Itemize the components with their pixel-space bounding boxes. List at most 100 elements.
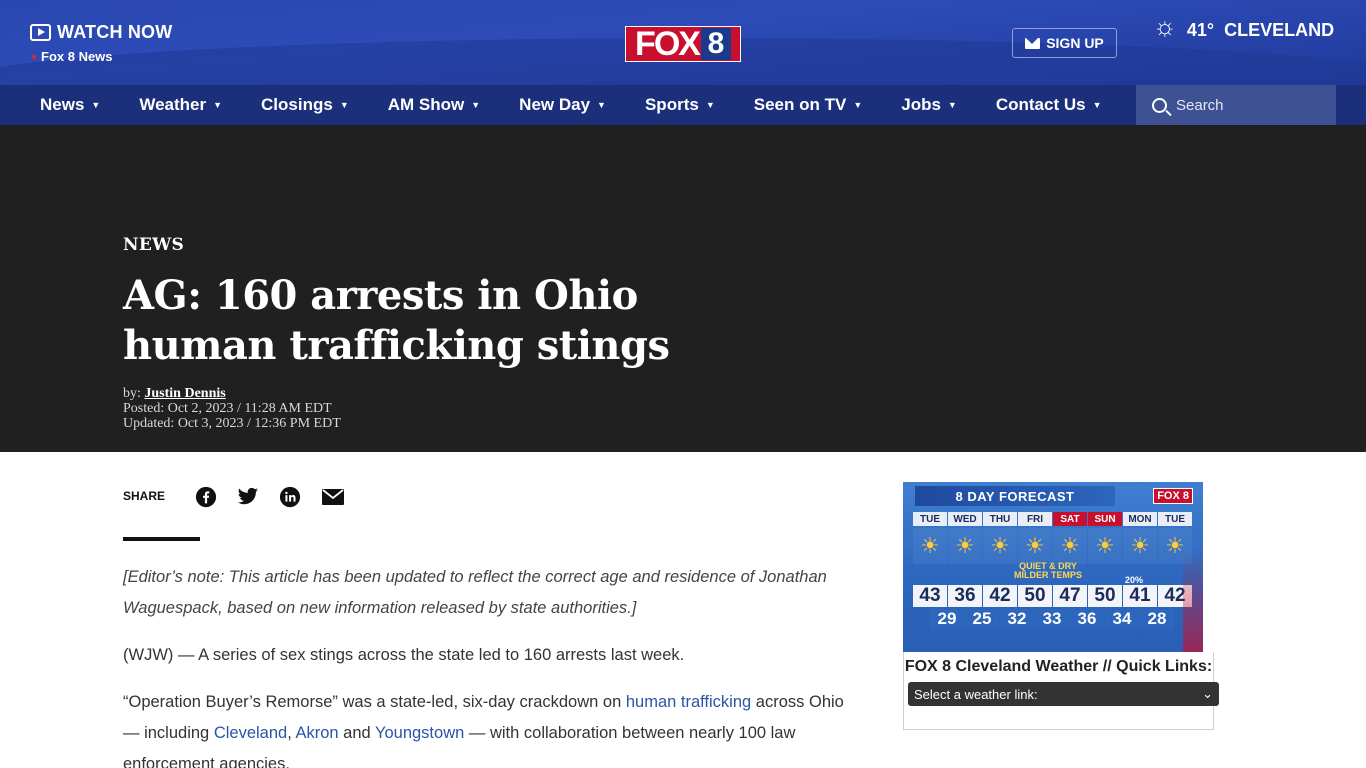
search-input[interactable]: Search <box>1136 85 1336 125</box>
nav-item-label: Closings <box>261 95 333 114</box>
nav-item-label: News <box>40 95 85 114</box>
forecast-days: TUE WED THU FRI SAT SUN MON TUE <box>913 512 1192 526</box>
forecast-low: 34 <box>1105 609 1139 629</box>
nav-item-label: Seen on TV <box>753 95 847 114</box>
caret-down-icon: ▼ <box>1092 100 1102 110</box>
nav-items: News ▼ Weather ▼ Closings ▼ AM Show ▼ New Da… <box>40 85 1141 125</box>
forecast-icons: ☀ ☀ ☀ ☀ ☀ ☀ ☀ ☀ <box>913 528 1192 564</box>
forecast-day: SUN <box>1088 512 1122 526</box>
nav-item-sports[interactable]: Sports ▼ <box>645 95 715 115</box>
caret-down-icon: ▼ <box>597 100 606 110</box>
editor-note: [Editor’s note: This article has been up… <box>123 568 827 617</box>
twitter-icon[interactable] <box>237 487 259 507</box>
link-human-trafficking[interactable]: human trafficking <box>626 693 751 711</box>
linkedin-icon[interactable] <box>279 486 301 508</box>
nav-item-seen-on-tv[interactable]: Seen on TV ▼ <box>754 95 863 115</box>
link-youngstown[interactable]: Youngstown <box>375 724 464 742</box>
article-category[interactable]: NEWS <box>123 235 184 255</box>
article-byline: by: Justin Dennis Posted: Oct 2, 2023 / … <box>123 386 341 431</box>
watch-now-link[interactable]: WATCH NOW <box>30 22 172 43</box>
header-temperature: 41° <box>1186 20 1215 40</box>
email-share-icon[interactable] <box>321 488 345 506</box>
link-cleveland[interactable]: Cleveland <box>214 724 287 742</box>
nav-item-label: Jobs <box>901 95 941 114</box>
live-indicator[interactable]: Fox 8 News <box>32 49 113 64</box>
article-paragraph: (WJW) — A series of sex stings across th… <box>123 646 685 664</box>
fox8-logo[interactable]: FOX 8 <box>625 26 741 62</box>
nav-item-label: New Day <box>519 95 591 114</box>
forecast-message-line: MILDER TEMPS <box>1013 570 1082 580</box>
nav-item-closings[interactable]: Closings ▼ <box>261 95 349 115</box>
header-city: CLEVELAND <box>1224 20 1335 40</box>
nav-item-am-show[interactable]: AM Show ▼ <box>388 95 480 115</box>
caret-down-icon: ▼ <box>213 100 223 110</box>
partly-sunny-icon: ☀ <box>983 528 1017 564</box>
caret-down-icon: ▼ <box>853 100 863 110</box>
forecast-high: 41 <box>1123 585 1157 607</box>
forecast-highs: 43 36 42 50 47 50 41 42 <box>913 585 1192 607</box>
caret-down-icon: ▼ <box>471 100 481 110</box>
logo-number: 8 <box>700 28 731 60</box>
envelope-icon <box>1025 37 1041 49</box>
nav-item-new-day[interactable]: New Day ▼ <box>519 95 606 115</box>
forecast-high: 47 <box>1053 585 1087 607</box>
forecast-day: THU <box>983 512 1017 526</box>
sign-up-button[interactable]: SIGN UP <box>1012 28 1117 58</box>
header-weather[interactable]: ☼ 41° CLEVELAND <box>1153 13 1335 41</box>
watch-now-label: WATCH NOW <box>57 22 173 42</box>
article-paragraph: “Operation Buyer’s Remorse” was a state-… <box>123 687 863 768</box>
nav-item-news[interactable]: News ▼ <box>40 95 100 115</box>
posted-date: Posted: Oct 2, 2023 / 11:28 AM EDT <box>123 401 332 416</box>
paragraph-text: and <box>338 724 375 742</box>
paragraph-text: “Operation Buyer’s Remorse” was a state-… <box>123 693 626 711</box>
article-body: [Editor’s note: This article has been up… <box>123 562 863 768</box>
select-label: Select a weather link: <box>914 686 1038 702</box>
search-placeholder: Search <box>1176 96 1224 114</box>
forecast-message: QUIET & DRY MILDER TEMPS <box>993 562 1103 580</box>
weather-link-select[interactable]: Select a weather link: ⌄ <box>908 682 1219 706</box>
sign-up-label: SIGN UP <box>1046 35 1104 51</box>
forecast-low: 36 <box>1070 609 1104 629</box>
forecast-high: 50 <box>1018 585 1052 607</box>
logo-fox-text: FOX <box>635 25 701 63</box>
caret-down-icon: ▼ <box>947 100 957 110</box>
share-label: SHARE <box>123 489 166 503</box>
partly-sunny-icon: ☀ <box>1053 528 1087 564</box>
nav-item-label: Sports <box>644 95 699 114</box>
nav-item-label: Weather <box>139 95 207 114</box>
forecast-high: 42 <box>983 585 1017 607</box>
article-headline: AG: 160 arrests in Ohio human traffickin… <box>123 272 670 369</box>
share-divider <box>123 537 200 541</box>
quick-links-title: FOX 8 Cleveland Weather // Quick Links: <box>904 658 1213 675</box>
by-prefix: by: <box>123 386 141 401</box>
weather-quick-links: FOX 8 Cleveland Weather // Quick Links: … <box>903 652 1219 730</box>
forecast-low: 25 <box>965 609 999 629</box>
nav-item-contact-us[interactable]: Contact Us ▼ <box>996 95 1102 115</box>
link-akron[interactable]: Akron <box>295 724 338 742</box>
caret-down-icon: ▼ <box>705 100 715 110</box>
forecast-precip: 20% <box>1125 575 1144 585</box>
nav-item-label: AM Show <box>387 95 465 114</box>
forecast-day: FRI <box>1018 512 1052 526</box>
sun-icon: ☼ <box>1153 10 1177 41</box>
forecast-day: WED <box>948 512 982 526</box>
nav-item-weather[interactable]: Weather ▼ <box>139 95 222 115</box>
site-header: WATCH NOW Fox 8 News FOX 8 SIGN UP ☼ 41°… <box>0 0 1366 85</box>
nav-item-jobs[interactable]: Jobs ▼ <box>901 95 957 115</box>
forecast-lows: 29 25 32 33 36 34 28 <box>930 609 1174 629</box>
nav-item-label: Contact Us <box>995 95 1086 114</box>
partly-sunny-icon: ☀ <box>1018 528 1052 564</box>
updated-date: Updated: Oct 3, 2023 / 12:36 PM EDT <box>123 416 341 431</box>
partly-sunny-icon: ☀ <box>948 528 982 564</box>
forecast-day: TUE <box>913 512 947 526</box>
forecast-image[interactable]: 8 DAY FORECAST FOX 8 TUE WED THU FRI SAT SUN M… <box>903 482 1203 652</box>
live-label: Fox 8 News <box>41 49 113 64</box>
author-link[interactable]: Justin Dennis <box>144 386 225 401</box>
facebook-icon[interactable] <box>195 486 217 508</box>
forecast-low: 33 <box>1035 609 1069 629</box>
forecast-high: 50 <box>1088 585 1122 607</box>
share-buttons <box>195 486 345 508</box>
forecast-edge-decoration <box>1183 482 1203 652</box>
search-icon <box>1152 97 1167 113</box>
article-hero: NEWS AG: 160 arrests in Ohio human traff… <box>0 125 1366 452</box>
